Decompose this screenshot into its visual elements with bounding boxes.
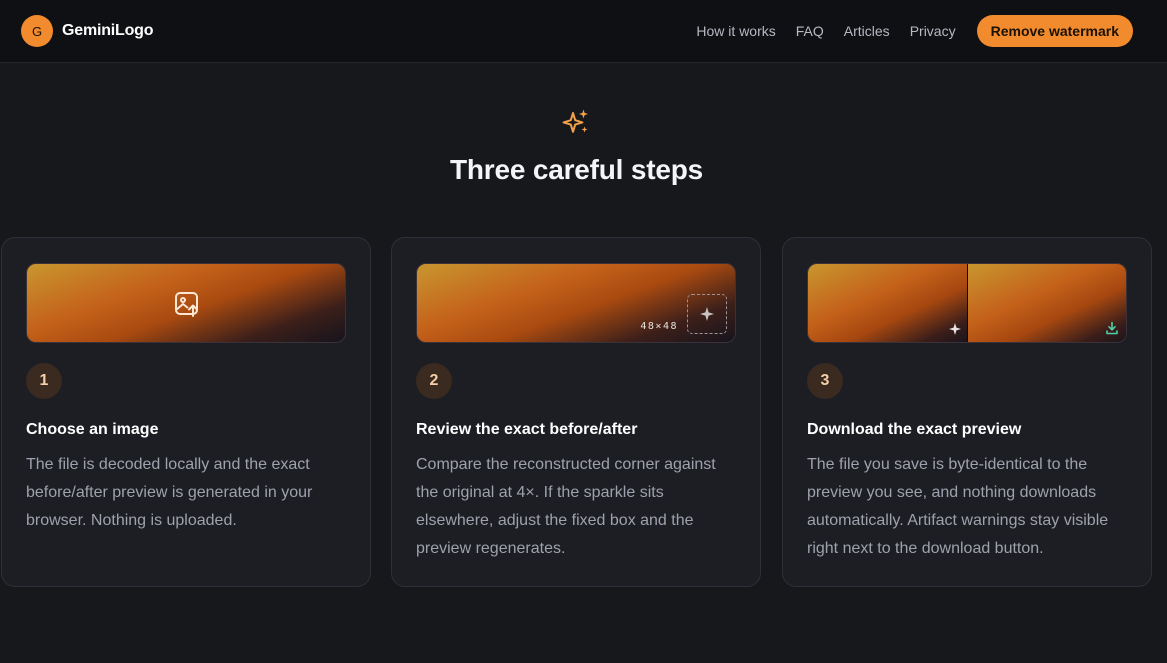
top-navbar: G GeminiLogo How it works FAQ Articles P… [0, 0, 1167, 63]
brand-name: GeminiLogo [62, 22, 154, 39]
nav-link-articles[interactable]: Articles [844, 23, 890, 39]
nav-link-privacy[interactable]: Privacy [910, 23, 956, 39]
step-description: Compare the reconstructed corner against… [416, 456, 716, 557]
before-after-preview: 48×48 [416, 263, 736, 343]
fixed-box-handle[interactable] [687, 294, 727, 334]
step-title: Review the exact before/after [416, 421, 638, 438]
step-card-review: 48×48 2 Review the exact before/after Co… [391, 237, 761, 587]
nav-link-faq[interactable]: FAQ [796, 23, 824, 39]
brand-logo: G [21, 15, 53, 47]
section-title: Three careful steps [450, 154, 703, 185]
step-number-badge: 2 [416, 363, 452, 399]
main-nav: How it works FAQ Articles Privacy Remove… [696, 15, 1133, 47]
remove-watermark-button[interactable]: Remove watermark [976, 15, 1133, 47]
sparkles-icon [562, 109, 588, 133]
split-preview [807, 263, 1127, 343]
sparkle-icon [949, 323, 961, 335]
nav-link-how-it-works[interactable]: How it works [696, 23, 775, 39]
step-description: The file is decoded locally and the exac… [26, 456, 313, 529]
before-preview [808, 264, 968, 342]
box-size-label: 48×48 [640, 321, 678, 332]
step-number-badge: 3 [807, 363, 843, 399]
image-upload-icon [175, 292, 198, 317]
step-title: Download the exact preview [807, 421, 1022, 438]
after-preview [968, 264, 1126, 342]
step-description: The file you save is byte-identical to t… [807, 456, 1109, 557]
step-title: Choose an image [26, 421, 159, 438]
step-number-badge: 1 [26, 363, 62, 399]
step-card-choose-image: 1 Choose an image The file is decoded lo… [1, 237, 371, 587]
download-icon[interactable] [1105, 321, 1119, 335]
sparkle-icon [700, 307, 714, 321]
brand[interactable]: G GeminiLogo [21, 15, 154, 47]
step-card-download: 3 Download the exact preview The file yo… [782, 237, 1152, 587]
upload-preview[interactable] [26, 263, 346, 343]
